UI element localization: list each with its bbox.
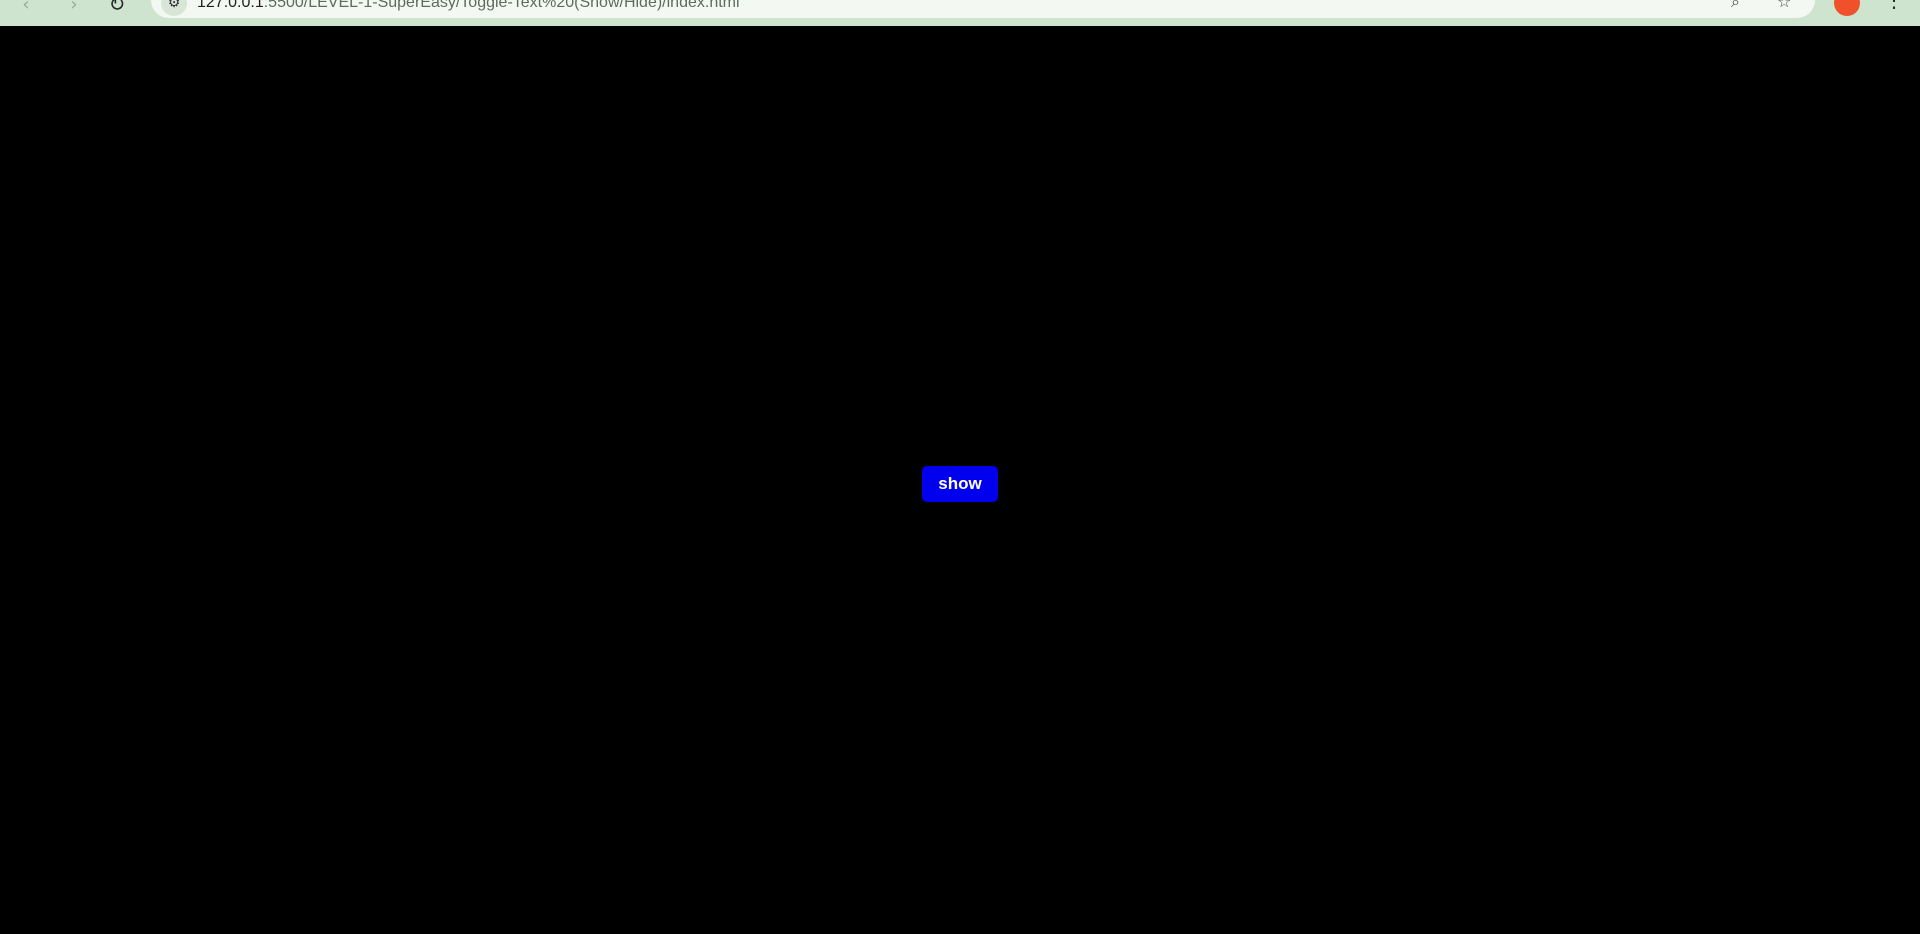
zoom-icon[interactable]: ⌕ (1731, 0, 1740, 12)
address-bar[interactable]: ⚙ 127.0.0.1:5500/LEVEL-1-SuperEasy/Toggl… (151, 0, 1815, 18)
site-info-icon[interactable]: ⚙ (161, 0, 187, 16)
forward-arrow-icon[interactable]: › (60, 0, 88, 18)
toggle-show-button[interactable]: show (922, 466, 998, 502)
kebab-menu-icon[interactable]: ⋮ (1884, 0, 1904, 12)
profile-avatar[interactable] (1834, 0, 1860, 16)
star-icon[interactable]: ☆ (1777, 0, 1791, 11)
page-viewport: show (0, 26, 1920, 934)
url-path: :5500/LEVEL-1-SuperEasy/Toggle-Text%20(S… (263, 0, 740, 11)
url-host: 127.0.0.1 (197, 0, 264, 11)
reload-icon[interactable]: ↻ (103, 0, 131, 18)
back-arrow-icon[interactable]: ‹ (12, 0, 40, 18)
url-text[interactable]: 127.0.0.1:5500/LEVEL-1-SuperEasy/Toggle-… (197, 0, 740, 12)
browser-toolbar: ‹ › ↻ ⚙ 127.0.0.1:5500/LEVEL-1-SuperEasy… (0, 0, 1920, 26)
